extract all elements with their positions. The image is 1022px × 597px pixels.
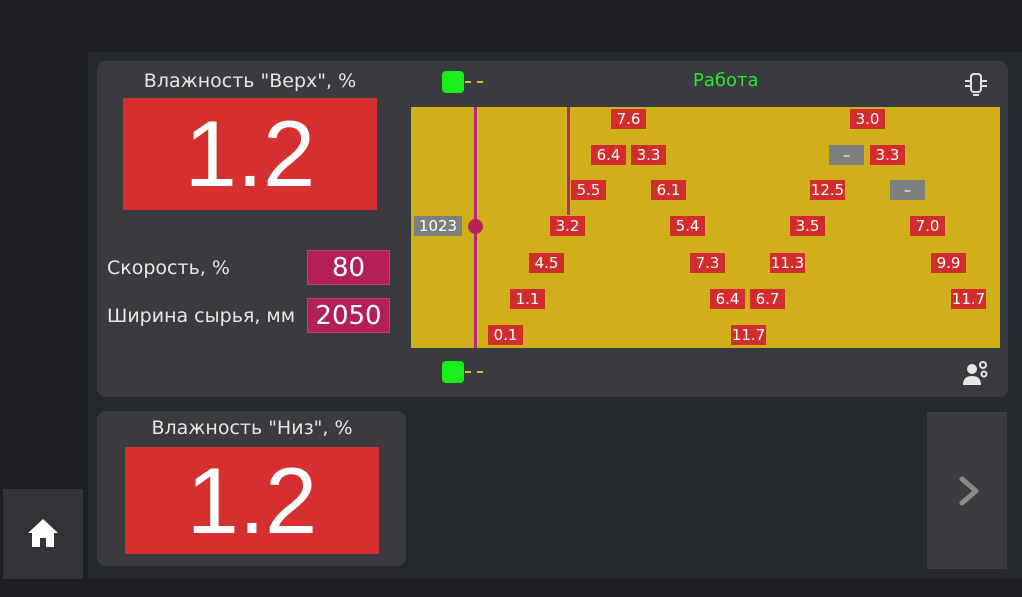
scan-cell: 5.5 xyxy=(571,180,606,200)
scan-cell: 11.3 xyxy=(770,253,805,273)
scanner-head xyxy=(468,219,483,234)
scan-cell-empty: – xyxy=(890,180,925,200)
top-sensor-icon xyxy=(442,71,464,93)
scan-cell: 11.7 xyxy=(951,289,986,309)
scan-cell: 12.5 xyxy=(810,180,845,200)
next-button[interactable] xyxy=(927,412,1007,569)
scan-cell: 3.5 xyxy=(790,216,825,236)
scan-cell: 6.7 xyxy=(750,289,785,309)
scan-cell-empty: – xyxy=(829,145,864,165)
bottom-sensor-dash xyxy=(465,371,483,373)
scan-cell: 4.5 xyxy=(529,253,564,273)
width-label: Ширина сырья, мм xyxy=(107,305,296,327)
bottom-sensor-icon xyxy=(442,361,464,383)
top-sensor-dash xyxy=(465,81,483,83)
scan-cell: 7.6 xyxy=(611,109,646,129)
scan-cell: 9.9 xyxy=(931,253,966,273)
top-moisture-value: 1.2 xyxy=(123,98,377,210)
bottom-moisture-title: Влажность "Низ", % xyxy=(151,417,353,439)
scan-cell: 11.7 xyxy=(731,325,766,345)
scan-trace-line xyxy=(567,107,570,215)
device-icon[interactable] xyxy=(963,71,989,97)
home-button[interactable] xyxy=(3,489,83,579)
scan-cell: 1.1 xyxy=(510,289,545,309)
home-icon xyxy=(28,519,58,547)
speed-value[interactable]: 80 xyxy=(307,250,390,285)
scan-cell: 3.3 xyxy=(870,145,905,165)
status-text: Работа xyxy=(693,70,759,91)
speed-label: Скорость, % xyxy=(107,257,230,279)
bottom-moisture-value: 1.2 xyxy=(125,447,379,554)
scan-cell: 0.1 xyxy=(488,325,523,345)
scan-cell: 7.3 xyxy=(690,253,725,273)
scan-cell: 6.1 xyxy=(651,180,686,200)
width-value[interactable]: 2050 xyxy=(307,298,390,333)
scan-cell: 6.4 xyxy=(591,145,626,165)
scan-cell: 3.2 xyxy=(550,216,585,236)
scan-cell: 5.4 xyxy=(670,216,705,236)
scan-cell: 3.3 xyxy=(631,145,666,165)
operator-settings-icon[interactable] xyxy=(962,359,990,387)
chevron-right-icon xyxy=(959,476,979,506)
scan-cell: 6.4 xyxy=(710,289,745,309)
scanner-position-value: 1023 xyxy=(414,216,462,236)
top-moisture-title: Влажность "Верх", % xyxy=(143,70,357,92)
scan-cell: 3.0 xyxy=(850,109,885,129)
scan-cell: 7.0 xyxy=(910,216,945,236)
